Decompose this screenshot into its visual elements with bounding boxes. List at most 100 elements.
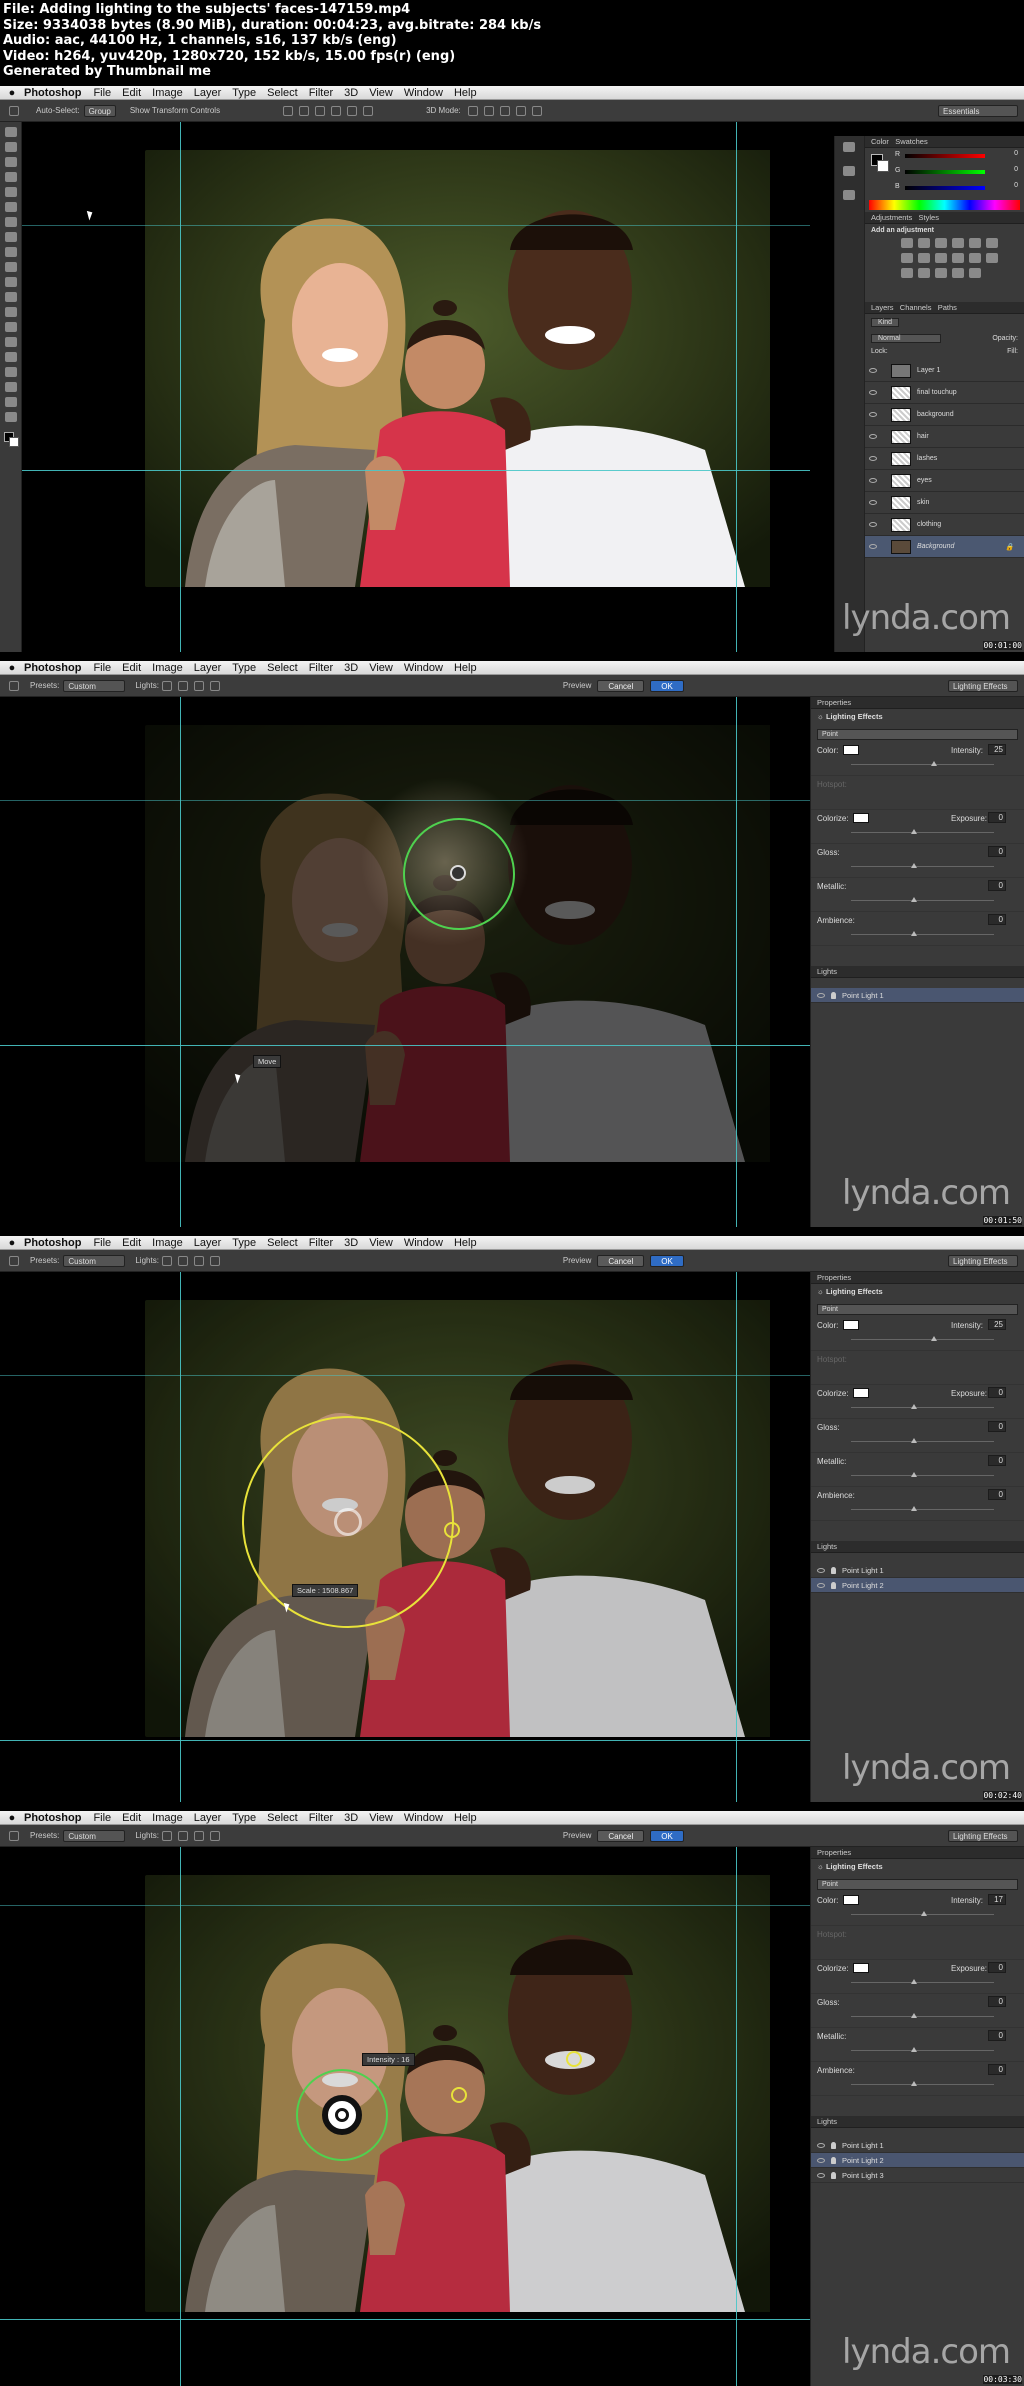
menu-help[interactable]: Help xyxy=(454,1237,477,1249)
channel-mixer-icon[interactable] xyxy=(969,253,981,263)
quick-select-tool-icon[interactable] xyxy=(5,172,17,182)
colorize-swatch[interactable] xyxy=(853,1963,869,1973)
ok-button[interactable]: OK xyxy=(650,1254,684,1267)
light-item[interactable]: Point Light 2 xyxy=(811,1578,1024,1593)
menu-window[interactable]: Window xyxy=(404,1812,443,1824)
layer-row[interactable]: Background 🔒 xyxy=(865,536,1024,558)
guide-vertical[interactable] xyxy=(180,697,181,1227)
clone-stamp-tool-icon[interactable] xyxy=(5,247,17,257)
threshold-icon[interactable] xyxy=(935,268,947,278)
menu-help[interactable]: Help xyxy=(454,87,477,99)
crop-tool-icon[interactable] xyxy=(5,187,17,197)
gradient-fill-icon[interactable] xyxy=(969,268,981,278)
layer-row[interactable]: Layer 1 xyxy=(865,360,1024,382)
layer-row[interactable]: final touchup xyxy=(865,382,1024,404)
tab-adjustments[interactable]: Adjustments xyxy=(871,213,912,222)
path-select-tool-icon[interactable] xyxy=(5,367,17,377)
photo-filter-icon[interactable] xyxy=(952,253,964,263)
layer-row[interactable]: background xyxy=(865,404,1024,426)
intensity-slider[interactable] xyxy=(851,1339,994,1340)
menu-image[interactable]: Image xyxy=(152,662,183,674)
color-balance-icon[interactable] xyxy=(918,253,930,263)
move-tool-icon[interactable] xyxy=(9,105,19,116)
guide-horizontal[interactable] xyxy=(0,225,810,226)
brightness-icon[interactable] xyxy=(901,238,913,248)
guide-horizontal[interactable] xyxy=(0,1740,810,1741)
menu-window[interactable]: Window xyxy=(404,1237,443,1249)
align-middle-icon[interactable] xyxy=(299,105,310,116)
visibility-eye-icon[interactable] xyxy=(869,500,877,505)
b-slider[interactable] xyxy=(905,186,985,190)
menu-file[interactable]: File xyxy=(93,662,111,674)
menu-edit[interactable]: Edit xyxy=(122,662,141,674)
3d-roll-icon[interactable] xyxy=(483,105,494,116)
guide-vertical[interactable] xyxy=(736,122,737,652)
menu-file[interactable]: File xyxy=(93,1237,111,1249)
light-item[interactable]: Point Light 2 xyxy=(811,2153,1024,2168)
guide-horizontal[interactable] xyxy=(0,1375,810,1376)
blend-mode-dropdown[interactable]: Normal xyxy=(871,333,941,343)
guide-vertical[interactable] xyxy=(736,1847,737,2386)
preview-checkbox[interactable]: Preview xyxy=(563,1831,591,1840)
ambience-knob[interactable] xyxy=(911,2081,917,2086)
ambience-value[interactable]: 0 xyxy=(988,2064,1006,2075)
colorize-swatch[interactable] xyxy=(853,813,869,823)
visibility-eye-icon[interactable] xyxy=(817,1567,825,1573)
layer-row[interactable]: hair xyxy=(865,426,1024,448)
bg-swatch[interactable] xyxy=(877,160,889,172)
guide-vertical[interactable] xyxy=(180,122,181,652)
menu-3d[interactable]: 3D xyxy=(344,662,358,674)
marquee-tool-icon[interactable] xyxy=(5,142,17,152)
tab-layers[interactable]: Layers xyxy=(871,303,894,312)
auto-select-label[interactable]: Auto-Select: xyxy=(36,106,80,115)
menu-view[interactable]: View xyxy=(369,1237,393,1249)
visibility-eye-icon[interactable] xyxy=(869,544,877,549)
eraser-tool-icon[interactable] xyxy=(5,277,17,287)
3d-scale-icon[interactable] xyxy=(531,105,542,116)
3d-slide-icon[interactable] xyxy=(515,105,526,116)
gloss-knob[interactable] xyxy=(911,863,917,868)
3d-drag-icon[interactable] xyxy=(499,105,510,116)
r-slider[interactable] xyxy=(905,154,985,158)
ambience-value[interactable]: 0 xyxy=(988,1489,1006,1500)
pen-tool-icon[interactable] xyxy=(5,337,17,347)
metallic-knob[interactable] xyxy=(911,897,917,902)
ambience-slider[interactable] xyxy=(851,1509,994,1510)
ok-button[interactable]: OK xyxy=(650,679,684,692)
guide-horizontal[interactable] xyxy=(0,1905,810,1906)
exposure-knob[interactable] xyxy=(911,829,917,834)
menu-type[interactable]: Type xyxy=(232,662,256,674)
menu-layer[interactable]: Layer xyxy=(194,1237,222,1249)
menu-3d[interactable]: 3D xyxy=(344,87,358,99)
b-value[interactable]: 0 xyxy=(1014,182,1018,189)
workspace-dropdown[interactable]: Lighting Effects xyxy=(948,679,1018,692)
intensity-value[interactable]: 25 xyxy=(988,744,1006,755)
g-value[interactable]: 0 xyxy=(1014,166,1018,173)
apple-icon[interactable]: ● xyxy=(0,1237,24,1249)
gloss-value[interactable]: 0 xyxy=(988,1421,1006,1432)
tab-swatches[interactable]: Swatches xyxy=(895,137,928,146)
tab-color[interactable]: Color xyxy=(871,137,889,146)
tab-styles[interactable]: Styles xyxy=(919,213,939,222)
light-color-swatch[interactable] xyxy=(843,1320,859,1330)
menu-filter[interactable]: Filter xyxy=(309,1812,333,1824)
lasso-tool-icon[interactable] xyxy=(5,157,17,167)
guide-vertical[interactable] xyxy=(180,1272,181,1802)
light-type-dropdown[interactable]: Point xyxy=(817,1304,1018,1315)
spot-light-icon[interactable] xyxy=(161,1255,172,1266)
menu-type[interactable]: Type xyxy=(232,87,256,99)
menu-window[interactable]: Window xyxy=(404,87,443,99)
light-type-dropdown[interactable]: Point xyxy=(817,729,1018,740)
menu-filter[interactable]: Filter xyxy=(309,87,333,99)
visibility-eye-icon[interactable] xyxy=(869,368,877,373)
history-icon[interactable] xyxy=(843,142,855,152)
light-target-icon[interactable] xyxy=(444,1522,460,1538)
preview-checkbox[interactable]: Preview xyxy=(563,681,591,690)
exposure-value[interactable]: 0 xyxy=(988,812,1006,823)
light-item[interactable]: Point Light 3 xyxy=(811,2168,1024,2183)
intensity-knob[interactable] xyxy=(921,1911,927,1916)
visibility-eye-icon[interactable] xyxy=(817,1582,825,1588)
type-tool-icon[interactable] xyxy=(5,352,17,362)
tab-channels[interactable]: Channels xyxy=(900,303,932,312)
menu-image[interactable]: Image xyxy=(152,87,183,99)
